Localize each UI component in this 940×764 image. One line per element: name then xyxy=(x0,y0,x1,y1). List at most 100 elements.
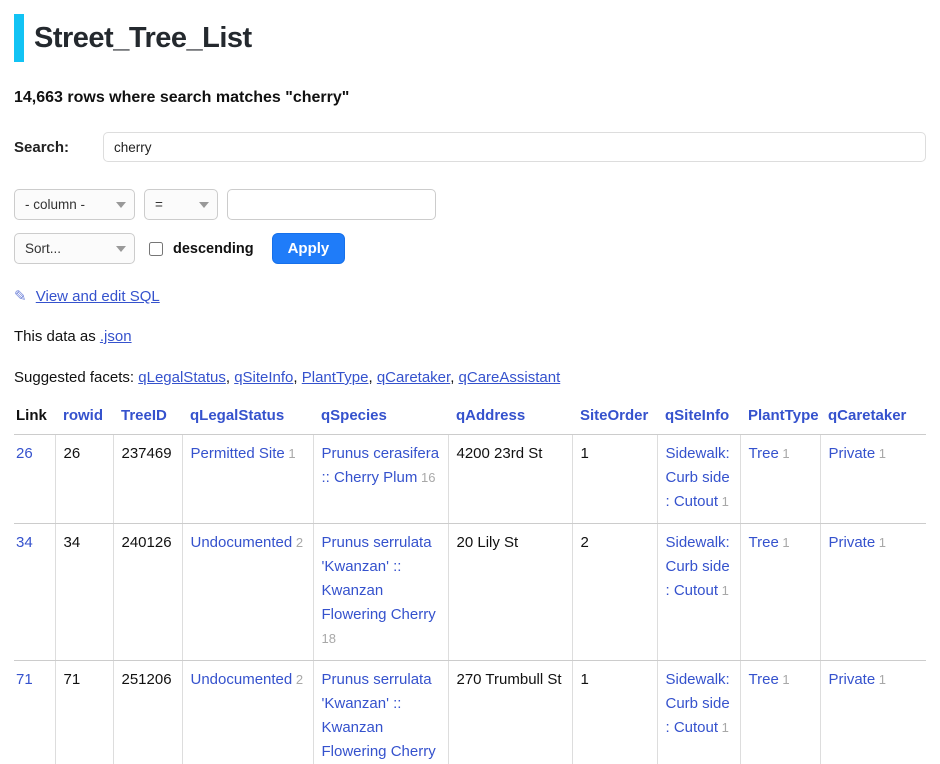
column-header-rowid[interactable]: rowid xyxy=(55,407,113,435)
column-header-qSiteInfo[interactable]: qSiteInfo xyxy=(657,407,740,435)
table-cell: Sidewalk: Curb side : Cutout 1 xyxy=(657,661,740,764)
column-header-qSpecies[interactable]: qSpecies xyxy=(313,407,448,435)
table-cell: Permitted Site 1 xyxy=(182,435,313,524)
table-cell: 26 xyxy=(14,435,55,524)
facet-count-suffix: 1 xyxy=(875,535,886,550)
facets-prefix: Suggested facets: xyxy=(14,369,134,386)
cell-link[interactable]: 26 xyxy=(16,445,33,462)
column-header-PlantType[interactable]: PlantType xyxy=(740,407,820,435)
view-edit-sql-link[interactable]: View and edit SQL xyxy=(36,288,160,305)
page-header: Street_Tree_List xyxy=(14,14,926,62)
facet-count-suffix: 1 xyxy=(285,446,296,461)
table-cell: 4200 23rd St xyxy=(448,435,572,524)
column-header-TreeID[interactable]: TreeID xyxy=(113,407,182,435)
table-row: 7171251206Undocumented 2Prunus serrulata… xyxy=(14,661,926,764)
descending-checkbox[interactable] xyxy=(149,242,163,256)
search-input[interactable] xyxy=(103,132,926,162)
table-cell: 26 xyxy=(55,435,113,524)
page-title: Street_Tree_List xyxy=(34,22,252,55)
apply-button[interactable]: Apply xyxy=(272,233,346,264)
column-header-SiteOrder[interactable]: SiteOrder xyxy=(572,407,657,435)
table-row: 3434240126Undocumented 2Prunus serrulata… xyxy=(14,524,926,661)
facet-count-suffix: 1 xyxy=(779,446,790,461)
results-table: LinkrowidTreeIDqLegalStatusqSpeciesqAddr… xyxy=(14,407,926,764)
table-cell: Undocumented 2 xyxy=(182,524,313,661)
facet-count-suffix: 2 xyxy=(292,672,303,687)
cell-link[interactable]: 71 xyxy=(16,671,33,688)
filter-value-input[interactable] xyxy=(227,189,436,220)
table-cell: Tree 1 xyxy=(740,661,820,764)
cell-link[interactable]: Tree xyxy=(749,671,779,688)
cell-link[interactable]: 34 xyxy=(16,534,33,551)
table-cell: 270 Trumbull St xyxy=(448,661,572,764)
cell-link[interactable]: Tree xyxy=(749,445,779,462)
cell-link[interactable]: Undocumented xyxy=(191,534,293,551)
table-cell: Prunus serrulata 'Kwanzan' :: Kwanzan Fl… xyxy=(313,524,448,661)
cell-link[interactable]: Permitted Site xyxy=(191,445,285,462)
column-header-qLegalStatus[interactable]: qLegalStatus xyxy=(182,407,313,435)
table-cell: 20 Lily St xyxy=(448,524,572,661)
table-cell: 240126 xyxy=(113,524,182,661)
cell-link[interactable]: Undocumented xyxy=(191,671,293,688)
facet-link-qCaretaker[interactable]: qCaretaker xyxy=(377,369,450,386)
filter-row: - column - = xyxy=(14,189,926,220)
table-cell: Tree 1 xyxy=(740,524,820,661)
table-cell: 34 xyxy=(55,524,113,661)
table-cell: 251206 xyxy=(113,661,182,764)
facet-link-qSiteInfo[interactable]: qSiteInfo xyxy=(234,369,293,386)
data-as-prefix: This data as xyxy=(14,328,96,345)
table-cell: Sidewalk: Curb side : Cutout 1 xyxy=(657,524,740,661)
sort-select[interactable]: Sort... xyxy=(14,233,135,264)
facet-count-suffix: 1 xyxy=(718,720,729,735)
facet-count-suffix: 1 xyxy=(875,446,886,461)
column-header-qAddress[interactable]: qAddress xyxy=(448,407,572,435)
table-cell: Prunus serrulata 'Kwanzan' :: Kwanzan Fl… xyxy=(313,661,448,764)
table-cell: Prunus cerasifera :: Cherry Plum 16 xyxy=(313,435,448,524)
table-cell: Private 1 xyxy=(820,661,926,764)
search-label: Search: xyxy=(14,139,103,156)
facet-count-suffix: 1 xyxy=(779,672,790,687)
facet-link-PlantType[interactable]: PlantType xyxy=(302,369,369,386)
table-cell: Private 1 xyxy=(820,524,926,661)
table-cell: 1 xyxy=(572,661,657,764)
filter-column-select[interactable]: - column - xyxy=(14,189,135,220)
data-export-row: This data as .json xyxy=(14,328,926,345)
table-cell: 71 xyxy=(55,661,113,764)
cell-link[interactable]: Private xyxy=(829,445,876,462)
facet-link-qLegalStatus[interactable]: qLegalStatus xyxy=(138,369,226,386)
facet-count-suffix: 1 xyxy=(718,583,729,598)
search-form: Search: xyxy=(14,132,926,162)
table-cell: 2 xyxy=(572,524,657,661)
cell-link[interactable]: Private xyxy=(829,534,876,551)
cell-link[interactable]: Prunus serrulata 'Kwanzan' :: Kwanzan Fl… xyxy=(322,534,436,623)
json-link[interactable]: .json xyxy=(100,328,132,345)
column-header-qCaretaker[interactable]: qCaretaker xyxy=(820,407,926,435)
table-cell: 71 xyxy=(14,661,55,764)
sql-link-row: ✎ View and edit SQL xyxy=(14,287,926,305)
table-cell: Sidewalk: Curb side : Cutout 1 xyxy=(657,435,740,524)
column-header-Link: Link xyxy=(14,407,55,435)
table-row: 2626237469Permitted Site 1Prunus cerasif… xyxy=(14,435,926,524)
cell-link[interactable]: Tree xyxy=(749,534,779,551)
table-cell: 34 xyxy=(14,524,55,661)
descending-label: descending xyxy=(173,241,254,257)
table-cell: Tree 1 xyxy=(740,435,820,524)
table-header-row: LinkrowidTreeIDqLegalStatusqSpeciesqAddr… xyxy=(14,407,926,435)
row-count-summary: 14,663 rows where search matches "cherry… xyxy=(14,89,926,107)
table-cell: 237469 xyxy=(113,435,182,524)
cell-link[interactable]: Prunus serrulata 'Kwanzan' :: Kwanzan Fl… xyxy=(322,671,436,760)
facet-count-suffix: 1 xyxy=(875,672,886,687)
table-cell: 1 xyxy=(572,435,657,524)
facet-count-suffix: 1 xyxy=(779,535,790,550)
filter-operator-select[interactable]: = xyxy=(144,189,218,220)
accent-bar xyxy=(14,14,24,62)
table-cell: Private 1 xyxy=(820,435,926,524)
facet-count-suffix: 18 xyxy=(322,631,336,646)
facet-link-qCareAssistant[interactable]: qCareAssistant xyxy=(459,369,561,386)
facet-count-suffix: 16 xyxy=(417,470,435,485)
suggested-facets-row: Suggested facets: qLegalStatus, qSiteInf… xyxy=(14,369,926,386)
facet-count-suffix: 1 xyxy=(718,494,729,509)
cell-link[interactable]: Private xyxy=(829,671,876,688)
facet-links: qLegalStatus, qSiteInfo, PlantType, qCar… xyxy=(138,369,560,386)
pencil-icon: ✎ xyxy=(14,288,27,305)
